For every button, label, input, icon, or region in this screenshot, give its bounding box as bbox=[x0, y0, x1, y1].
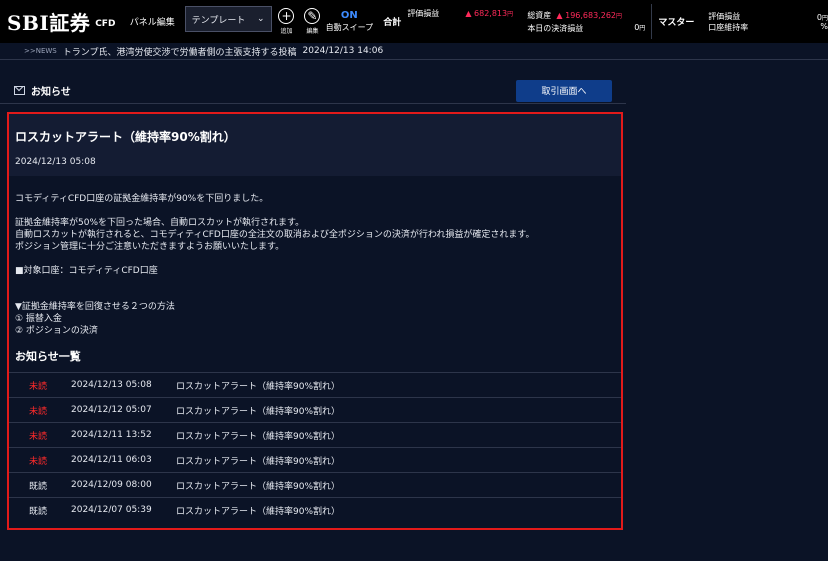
template-select[interactable]: テンプレート ⌄ bbox=[184, 6, 272, 32]
notice-title: お知らせ bbox=[0, 83, 71, 98]
pencil-icon: ✎ bbox=[304, 8, 321, 24]
auto-sweep-toggle[interactable]: ON 自動スイープ bbox=[323, 0, 375, 43]
go-to-trade-button[interactable]: 取引画面へ bbox=[516, 79, 612, 102]
add-button[interactable]: + 追加 bbox=[276, 0, 298, 43]
assets-value: ▲ 196,683,262 bbox=[556, 10, 616, 20]
news-ticker[interactable]: >>NEWS トランプ氏、港湾労使交渉で労働者側の主張支持する投稿 2024/1… bbox=[0, 43, 828, 60]
summary-total: 合計 評価損益 ▲ 682,813円 総資産 ▲ 196,683,262円 本日… bbox=[377, 0, 645, 43]
edit-label: 編集 bbox=[306, 28, 319, 35]
master-eval-label: 評価損益 bbox=[708, 11, 741, 21]
mail-icon bbox=[14, 86, 25, 95]
news-time: 2024/12/13 14:06 bbox=[302, 46, 384, 56]
master-title: マスター bbox=[658, 18, 695, 28]
summary-title: 合計 bbox=[383, 18, 402, 28]
logo: SBI証券 CFD bbox=[0, 0, 125, 43]
highlight-frame bbox=[7, 112, 623, 530]
add-label: 追加 bbox=[280, 28, 293, 35]
master-labels: 評価損益 口座維持率 bbox=[708, 0, 808, 43]
news-headline[interactable]: トランプ氏、港湾労使交渉で労働者側の主張支持する投稿 bbox=[63, 45, 297, 58]
news-tag: >>NEWS bbox=[24, 47, 57, 55]
notice-section-header: お知らせ 取引画面へ bbox=[0, 78, 626, 104]
eval-label: 評価損益 bbox=[407, 9, 440, 18]
master-eval-yen: 円 bbox=[821, 14, 828, 22]
template-select-value: テンプレート bbox=[191, 15, 246, 26]
logo-text: SBI証券 bbox=[7, 11, 91, 35]
summary-labels-1: 評価損益 bbox=[407, 9, 465, 27]
master-values: 0円 % bbox=[808, 0, 828, 43]
assets-yen: 円 bbox=[616, 12, 623, 20]
today-label: 本日の決済損益 bbox=[527, 23, 584, 33]
top-bar: SBI証券 CFD パネル編集 テンプレート ⌄ + 追加 ✎ 編集 ON 自動… bbox=[0, 0, 828, 43]
panel-edit-label[interactable]: パネル編集 bbox=[125, 0, 185, 43]
master-ratio-value: % bbox=[820, 21, 828, 31]
notice-title-text: お知らせ bbox=[31, 87, 71, 98]
assets-label: 総資産 bbox=[527, 10, 552, 20]
logo-sub: CFD bbox=[95, 19, 116, 29]
edit-button[interactable]: ✎ 編集 bbox=[301, 0, 323, 43]
eval-yen: 円 bbox=[507, 11, 514, 18]
chevron-down-icon: ⌄ bbox=[256, 14, 265, 24]
auto-sweep-state: ON bbox=[340, 10, 358, 21]
plus-icon: + bbox=[278, 8, 295, 24]
today-yen: 円 bbox=[639, 24, 646, 32]
assets-box: 総資産 ▲ 196,683,262円 本日の決済損益 0円 bbox=[527, 10, 645, 34]
eval-value: ▲ 682,813 bbox=[465, 9, 508, 18]
master-ratio-label: 口座維持率 bbox=[708, 22, 749, 32]
auto-sweep-label: 自動スイープ bbox=[325, 23, 374, 32]
header-divider bbox=[651, 4, 653, 39]
eval-value-box: ▲ 682,813円 bbox=[465, 9, 527, 26]
